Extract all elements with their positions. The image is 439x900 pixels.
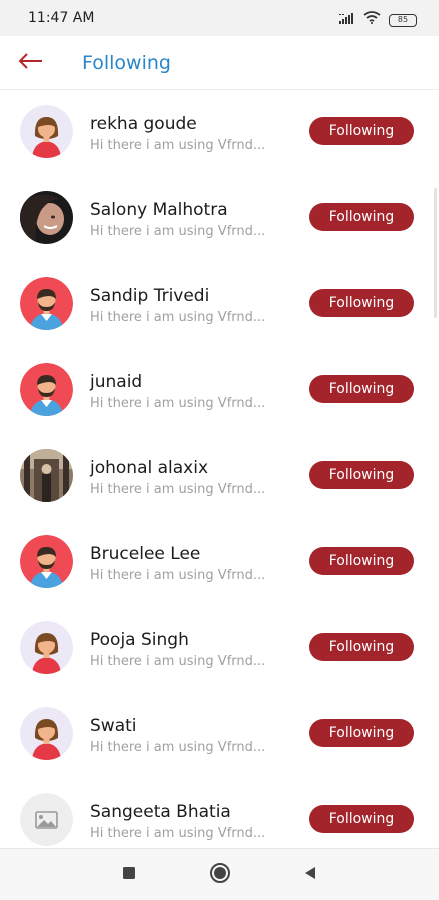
following-button[interactable]: Following bbox=[309, 203, 414, 231]
user-name[interactable]: Sandip Trivedi bbox=[90, 286, 209, 306]
page-title: Following bbox=[82, 52, 171, 74]
following-button[interactable]: Following bbox=[309, 461, 414, 489]
user-status: Hi there i am using Vfrnd... bbox=[90, 740, 266, 755]
status-icons: 85 bbox=[339, 11, 417, 29]
battery-level: 85 bbox=[397, 14, 409, 24]
user-name[interactable]: Swati bbox=[90, 716, 137, 736]
list-item[interactable]: junaid Hi there i am using Vfrnd... Foll… bbox=[0, 348, 439, 434]
arrow-left-icon bbox=[18, 52, 44, 74]
status-time: 11:47 AM bbox=[28, 10, 95, 26]
user-name[interactable]: Sangeeta Bhatia bbox=[90, 802, 231, 822]
user-status: Hi there i am using Vfrnd... bbox=[90, 654, 266, 669]
battery-icon: 85 bbox=[389, 13, 417, 27]
signal-icon bbox=[339, 11, 355, 29]
following-list[interactable]: rekha goude Hi there i am using Vfrnd...… bbox=[0, 90, 439, 848]
male-avatar-icon bbox=[20, 535, 73, 588]
system-nav-bar bbox=[0, 848, 439, 900]
list-item[interactable]: Sandip Trivedi Hi there i am using Vfrnd… bbox=[0, 262, 439, 348]
user-name[interactable]: junaid bbox=[90, 372, 142, 392]
user-status: Hi there i am using Vfrnd... bbox=[90, 138, 266, 153]
recents-button[interactable] bbox=[117, 863, 141, 887]
back-button[interactable] bbox=[14, 49, 48, 77]
user-name[interactable]: Brucelee Lee bbox=[90, 544, 200, 564]
list-item[interactable]: rekha goude Hi there i am using Vfrnd...… bbox=[0, 90, 439, 176]
female-avatar-icon bbox=[20, 707, 73, 760]
male-avatar-icon bbox=[20, 277, 73, 330]
user-name[interactable]: Pooja Singh bbox=[90, 630, 189, 650]
list-item[interactable]: Pooja Singh Hi there i am using Vfrnd...… bbox=[0, 606, 439, 692]
app-bar: Following bbox=[0, 36, 439, 90]
user-name[interactable]: Salony Malhotra bbox=[90, 200, 228, 220]
user-name[interactable]: rekha goude bbox=[90, 114, 197, 134]
home-button[interactable] bbox=[208, 862, 232, 889]
female-avatar-icon bbox=[20, 105, 73, 158]
profile-photo bbox=[20, 449, 73, 502]
list-item[interactable]: Salony Malhotra Hi there i am using Vfrn… bbox=[0, 176, 439, 262]
profile-photo bbox=[20, 191, 73, 244]
following-button[interactable]: Following bbox=[309, 289, 414, 317]
list-item[interactable]: Sangeeta Bhatia Hi there i am using Vfrn… bbox=[0, 778, 439, 848]
following-button[interactable]: Following bbox=[309, 547, 414, 575]
square-recents-icon bbox=[122, 866, 136, 885]
status-bar: 11:47 AM 85 bbox=[0, 0, 439, 36]
following-button[interactable]: Following bbox=[309, 117, 414, 145]
scrollbar[interactable] bbox=[434, 188, 437, 318]
user-status: Hi there i am using Vfrnd... bbox=[90, 826, 266, 841]
user-status: Hi there i am using Vfrnd... bbox=[90, 224, 266, 239]
user-name[interactable]: johonal alaxix bbox=[90, 458, 208, 478]
user-status: Hi there i am using Vfrnd... bbox=[90, 310, 266, 325]
following-button[interactable]: Following bbox=[309, 633, 414, 661]
female-avatar-icon bbox=[20, 621, 73, 674]
male-avatar-icon bbox=[20, 363, 73, 416]
following-button[interactable]: Following bbox=[309, 805, 414, 833]
triangle-back-icon bbox=[303, 866, 317, 885]
image-placeholder-icon bbox=[20, 793, 73, 846]
following-button[interactable]: Following bbox=[309, 719, 414, 747]
user-status: Hi there i am using Vfrnd... bbox=[90, 482, 266, 497]
back-nav-button[interactable] bbox=[298, 863, 322, 887]
list-item[interactable]: Swati Hi there i am using Vfrnd... Follo… bbox=[0, 692, 439, 778]
wifi-icon bbox=[363, 11, 381, 29]
user-status: Hi there i am using Vfrnd... bbox=[90, 568, 266, 583]
list-item[interactable]: johonal alaxix Hi there i am using Vfrnd… bbox=[0, 434, 439, 520]
circle-home-icon bbox=[209, 862, 231, 889]
user-status: Hi there i am using Vfrnd... bbox=[90, 396, 266, 411]
following-button[interactable]: Following bbox=[309, 375, 414, 403]
list-item[interactable]: Brucelee Lee Hi there i am using Vfrnd..… bbox=[0, 520, 439, 606]
